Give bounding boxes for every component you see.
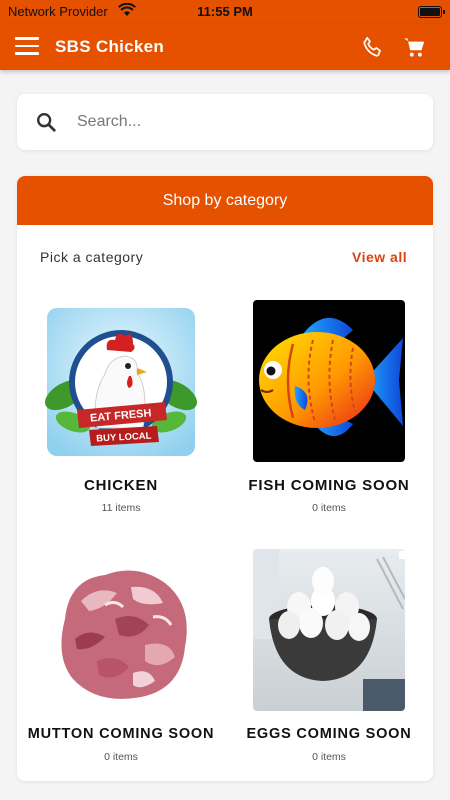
cart-icon[interactable] <box>402 34 428 60</box>
search-bar <box>17 94 433 150</box>
mutton-image <box>45 549 197 711</box>
category-name: EGGS COMING SOON <box>246 726 412 742</box>
category-count: 0 items <box>104 751 138 763</box>
category-count: 0 items <box>312 751 346 763</box>
chicken-image: EAT FRESH BUY LOCAL <box>45 300 197 462</box>
search-icon <box>37 113 56 132</box>
category-name: FISH COMING SOON <box>248 477 410 494</box>
battery-icon <box>418 6 445 18</box>
pick-category-label: Pick a category <box>40 249 144 265</box>
category-count: 11 items <box>101 502 141 514</box>
category-tile-eggs[interactable]: EGGS COMING SOON 0 items <box>225 549 433 781</box>
category-tile-chicken[interactable]: EAT FRESH BUY LOCAL CHICKEN 11 items <box>17 300 225 540</box>
eggs-image <box>253 549 405 711</box>
phone-icon[interactable] <box>360 34 386 60</box>
app-bar: SBS Chicken <box>0 24 450 70</box>
search-input[interactable] <box>77 106 407 138</box>
category-tile-fish[interactable]: FISH COMING SOON 0 items <box>225 300 433 540</box>
category-card: Shop by category Pick a category View al… <box>17 176 433 781</box>
status-bar: Network Provider 11:55 PM <box>0 0 450 24</box>
status-time: 11:55 PM <box>197 4 253 19</box>
view-all-link[interactable]: View all <box>352 249 407 265</box>
hamburger-menu-icon[interactable] <box>15 37 39 57</box>
category-name: CHICKEN <box>84 477 158 494</box>
category-tile-mutton[interactable]: MUTTON COMING SOON 0 items <box>17 549 225 781</box>
category-count: 0 items <box>312 502 346 514</box>
app-title: SBS Chicken <box>55 37 165 56</box>
category-name: MUTTON COMING SOON <box>27 726 215 742</box>
card-header: Shop by category <box>17 176 433 225</box>
fish-image <box>253 300 405 462</box>
